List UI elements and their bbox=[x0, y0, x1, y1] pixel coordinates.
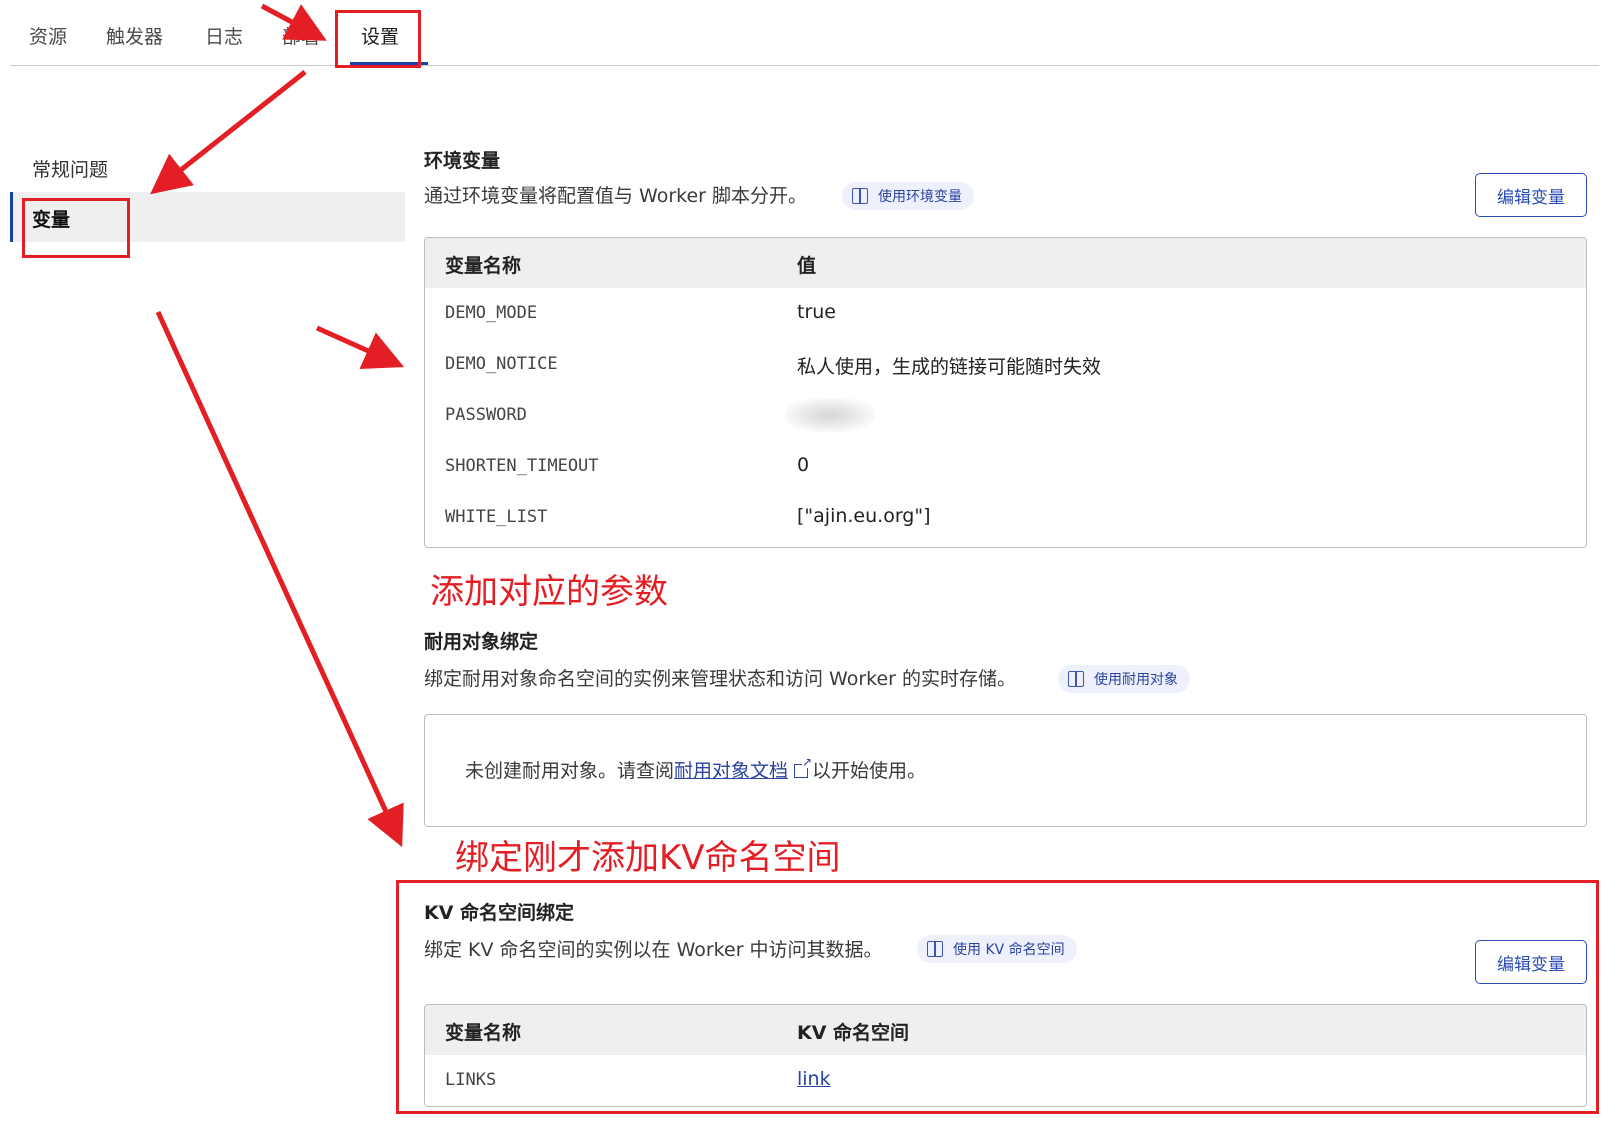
annotation-arrows bbox=[150, 3, 405, 848]
arrow-to-kv-section bbox=[155, 310, 404, 848]
arrow-to-env-table bbox=[315, 325, 405, 369]
arrow-to-settings-tab bbox=[260, 3, 327, 41]
arrow-to-variables bbox=[150, 70, 307, 195]
